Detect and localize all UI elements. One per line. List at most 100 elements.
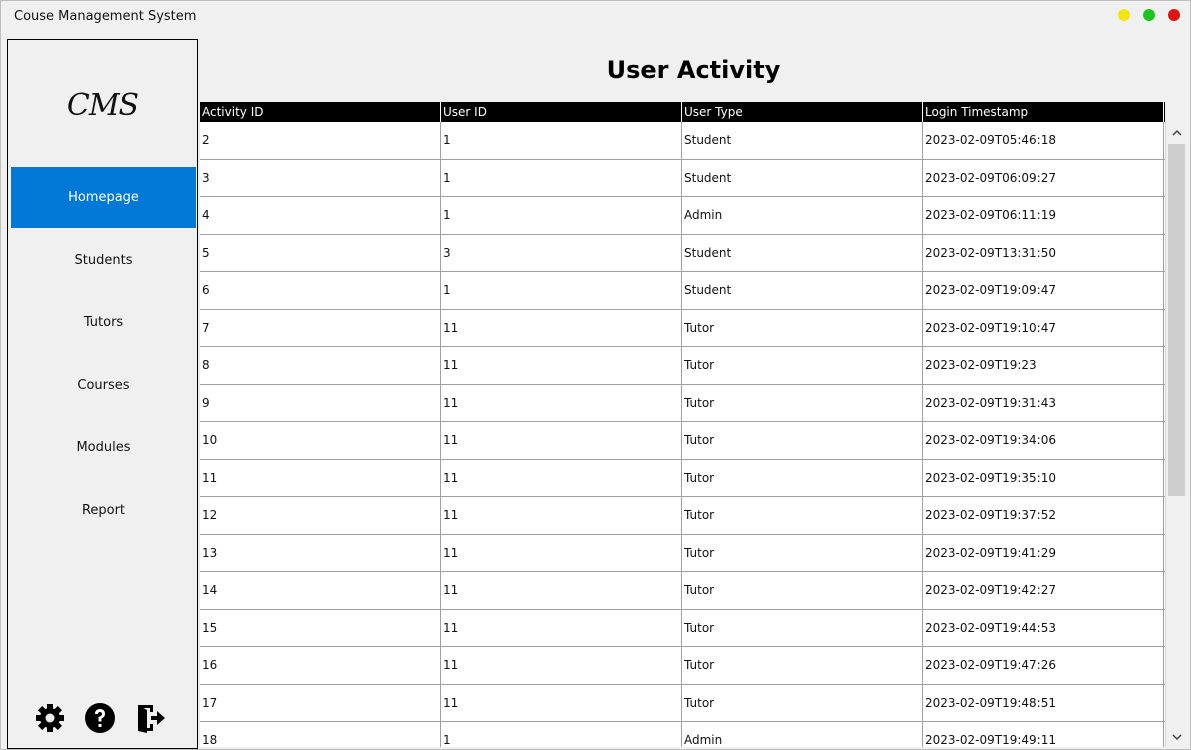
table-row[interactable]: 18 1 Admin 2023-02-09T19:49:11 bbox=[200, 722, 1165, 747]
cell-user-id: 1 bbox=[441, 122, 682, 159]
table-row[interactable]: 14 11 Tutor 2023-02-09T19:42:27 bbox=[200, 572, 1165, 610]
table-row[interactable]: 3 1 Student 2023-02-09T06:09:27 bbox=[200, 159, 1165, 197]
minimize-dot[interactable] bbox=[1118, 9, 1130, 21]
cell-user-id: 11 bbox=[441, 384, 682, 421]
gear-icon[interactable] bbox=[34, 702, 66, 734]
table-row[interactable]: 10 11 Tutor 2023-02-09T19:34:06 bbox=[200, 422, 1165, 460]
cell-user-type: Tutor bbox=[682, 497, 923, 534]
maximize-dot[interactable] bbox=[1143, 9, 1155, 21]
table-row[interactable]: 17 11 Tutor 2023-02-09T19:48:51 bbox=[200, 684, 1165, 722]
column-header-user-id[interactable]: User ID bbox=[441, 102, 682, 122]
cell-user-type: Tutor bbox=[682, 684, 923, 721]
cell-login-timestamp: 2023-02-09T19:41:29 bbox=[923, 534, 1164, 571]
table-body: 2 1 Student 2023-02-09T05:46:18 3 1 Student 202… bbox=[200, 122, 1165, 747]
cell-login-timestamp: 2023-02-09T19:31:43 bbox=[923, 384, 1164, 421]
cell-login-timestamp: 2023-02-09T06:09:27 bbox=[923, 159, 1164, 196]
app-window: Couse Management System CMS Homepage Stu… bbox=[0, 0, 1191, 750]
cell-login-timestamp: 2023-02-09T19:37:52 bbox=[923, 497, 1164, 534]
cell-login-timestamp: 2023-02-09T05:46:18 bbox=[923, 122, 1164, 159]
sidebar-item-courses[interactable]: Courses bbox=[11, 355, 196, 416]
table-row[interactable]: 2 1 Student 2023-02-09T05:46:18 bbox=[200, 122, 1165, 160]
cell-user-id: 1 bbox=[441, 722, 682, 747]
cell-activity-id: 5 bbox=[200, 234, 441, 271]
cell-user-type: Tutor bbox=[682, 534, 923, 571]
cell-user-type: Student bbox=[682, 272, 923, 309]
cell-user-type: Tutor bbox=[682, 647, 923, 684]
cell-user-type: Tutor bbox=[682, 609, 923, 646]
cell-user-id: 11 bbox=[441, 572, 682, 609]
cell-login-timestamp: 2023-02-09T13:31:50 bbox=[923, 234, 1164, 271]
sidebar-item-modules[interactable]: Modules bbox=[11, 417, 196, 478]
cell-activity-id: 11 bbox=[200, 459, 441, 496]
window-controls bbox=[1118, 9, 1180, 21]
cell-login-timestamp: 2023-02-09T19:09:47 bbox=[923, 272, 1164, 309]
cell-user-type: Tutor bbox=[682, 459, 923, 496]
table-row[interactable]: 7 11 Tutor 2023-02-09T19:10:47 bbox=[200, 309, 1165, 347]
table-row[interactable]: 6 1 Student 2023-02-09T19:09:47 bbox=[200, 272, 1165, 310]
table-row[interactable]: 4 1 Admin 2023-02-09T06:11:19 bbox=[200, 197, 1165, 235]
sidebar-item-label: Courses bbox=[77, 378, 130, 393]
logout-icon[interactable] bbox=[134, 702, 166, 734]
help-icon[interactable] bbox=[84, 702, 116, 734]
table-row[interactable]: 9 11 Tutor 2023-02-09T19:31:43 bbox=[200, 384, 1165, 422]
sidebar-item-tutors[interactable]: Tutors bbox=[11, 292, 196, 353]
cell-activity-id: 17 bbox=[200, 684, 441, 721]
column-header-activity-id[interactable]: Activity ID bbox=[200, 102, 441, 122]
cell-activity-id: 10 bbox=[200, 422, 441, 459]
cell-activity-id: 7 bbox=[200, 309, 441, 346]
sidebar-item-label: Modules bbox=[76, 440, 131, 455]
cell-activity-id: 9 bbox=[200, 384, 441, 421]
cell-user-type: Tutor bbox=[682, 572, 923, 609]
cell-user-type: Tutor bbox=[682, 347, 923, 384]
cell-user-id: 1 bbox=[441, 272, 682, 309]
cell-activity-id: 3 bbox=[200, 159, 441, 196]
cell-user-id: 11 bbox=[441, 459, 682, 496]
table-row[interactable]: 13 11 Tutor 2023-02-09T19:41:29 bbox=[200, 534, 1165, 572]
cell-login-timestamp: 2023-02-09T19:34:06 bbox=[923, 422, 1164, 459]
sidebar-item-students[interactable]: Students bbox=[11, 230, 196, 291]
cell-user-id: 11 bbox=[441, 309, 682, 346]
scroll-up-arrow[interactable] bbox=[1166, 122, 1187, 142]
cell-login-timestamp: 2023-02-09T19:23 bbox=[923, 347, 1164, 384]
sidebar: CMS Homepage Students Tutors Courses Mod… bbox=[7, 39, 198, 749]
table-row[interactable]: 5 3 Student 2023-02-09T13:31:50 bbox=[200, 234, 1165, 272]
table-row[interactable]: 11 11 Tutor 2023-02-09T19:35:10 bbox=[200, 459, 1165, 497]
vertical-scrollbar[interactable] bbox=[1165, 122, 1188, 747]
close-dot[interactable] bbox=[1168, 9, 1180, 21]
sidebar-item-label: Students bbox=[74, 253, 133, 268]
cell-activity-id: 8 bbox=[200, 347, 441, 384]
cell-user-id: 11 bbox=[441, 422, 682, 459]
table-row[interactable]: 15 11 Tutor 2023-02-09T19:44:53 bbox=[200, 609, 1165, 647]
sidebar-item-report[interactable]: Report bbox=[11, 480, 196, 541]
cell-activity-id: 6 bbox=[200, 272, 441, 309]
scrollbar-thumb[interactable] bbox=[1168, 144, 1185, 496]
cell-login-timestamp: 2023-02-09T19:35:10 bbox=[923, 459, 1164, 496]
column-header-user-type[interactable]: User Type bbox=[682, 102, 923, 122]
cell-user-type: Student bbox=[682, 122, 923, 159]
cell-user-type: Tutor bbox=[682, 422, 923, 459]
cell-activity-id: 13 bbox=[200, 534, 441, 571]
column-header-login-timestamp[interactable]: Login Timestamp bbox=[923, 102, 1164, 122]
cell-activity-id: 2 bbox=[200, 122, 441, 159]
page-title: User Activity bbox=[606, 56, 781, 84]
table-row[interactable]: 8 11 Tutor 2023-02-09T19:23 bbox=[200, 347, 1165, 385]
cell-user-type: Student bbox=[682, 159, 923, 196]
sidebar-item-homepage[interactable]: Homepage bbox=[11, 167, 196, 228]
sidebar-bottom-icons bbox=[34, 702, 166, 734]
table-row[interactable]: 16 11 Tutor 2023-02-09T19:47:26 bbox=[200, 647, 1165, 685]
cell-user-type: Admin bbox=[682, 722, 923, 747]
cell-login-timestamp: 2023-02-09T19:44:53 bbox=[923, 609, 1164, 646]
cell-login-timestamp: 2023-02-09T19:49:11 bbox=[923, 722, 1164, 747]
activity-table: Activity ID User ID User Type Login Time… bbox=[200, 102, 1165, 747]
cell-user-id: 11 bbox=[441, 647, 682, 684]
cell-user-type: Tutor bbox=[682, 384, 923, 421]
cell-login-timestamp: 2023-02-09T19:42:27 bbox=[923, 572, 1164, 609]
cell-activity-id: 4 bbox=[200, 197, 441, 234]
cell-activity-id: 14 bbox=[200, 572, 441, 609]
cell-user-id: 11 bbox=[441, 609, 682, 646]
scroll-down-arrow[interactable] bbox=[1166, 727, 1187, 747]
cell-login-timestamp: 2023-02-09T06:11:19 bbox=[923, 197, 1164, 234]
cms-logo: CMS bbox=[66, 88, 139, 123]
table-row[interactable]: 12 11 Tutor 2023-02-09T19:37:52 bbox=[200, 497, 1165, 535]
sidebar-item-label: Report bbox=[81, 503, 126, 518]
